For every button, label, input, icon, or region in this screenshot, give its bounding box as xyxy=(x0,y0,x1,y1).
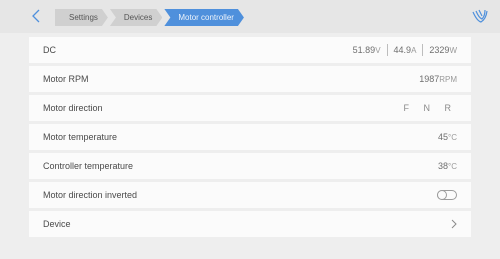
dc-current: 44.9 xyxy=(393,45,412,55)
motor-rpm-label: Motor RPM xyxy=(43,74,89,84)
motor-direction-label: Motor direction xyxy=(43,103,103,113)
motor-rpm-value: 1987 RPM xyxy=(419,74,457,84)
dc-label: DC xyxy=(43,45,56,55)
back-button[interactable] xyxy=(28,6,44,26)
breadcrumb-motor-controller: Motor controller xyxy=(164,9,244,26)
motor-temperature-label: Motor temperature xyxy=(43,132,118,142)
motor-rpm-row: Motor RPM 1987 RPM xyxy=(29,66,471,92)
dc-power: 2329 xyxy=(429,45,450,55)
breadcrumb-devices[interactable]: Devices xyxy=(110,9,162,26)
motor-direction-inverted-toggle[interactable] xyxy=(437,190,457,200)
dc-current-unit: A xyxy=(411,45,417,55)
chevron-right-icon xyxy=(451,219,457,229)
top-bar: Settings Devices Motor controller xyxy=(0,0,500,33)
motor-direction-inverted-row[interactable]: Motor direction inverted xyxy=(29,182,471,208)
controller-temperature-number: 38 xyxy=(438,161,449,171)
device-row[interactable]: Device xyxy=(29,211,471,237)
chevron-left-icon xyxy=(32,9,40,23)
motor-rpm-number: 1987 xyxy=(419,74,440,84)
controller-temperature-unit: °C xyxy=(448,161,457,171)
dc-values: 51.89 V 44.9 A 2329 W xyxy=(353,44,457,56)
device-label: Device xyxy=(43,219,71,229)
controller-temperature-row: Controller temperature 38 °C xyxy=(29,153,471,179)
motor-direction-inverted-label: Motor direction inverted xyxy=(43,190,138,200)
settings-list: DC 51.89 V 44.9 A 2329 W Motor RPM 1987 RPM … xyxy=(0,33,500,237)
motor-direction-row: Motor direction F N R xyxy=(29,95,471,121)
motor-temperature-number: 45 xyxy=(438,132,449,142)
value-divider xyxy=(386,44,388,56)
controller-temperature-label: Controller temperature xyxy=(43,161,134,171)
motor-rpm-unit: RPM xyxy=(439,74,457,84)
victron-logo-icon xyxy=(472,9,488,23)
dc-row: DC 51.89 V 44.9 A 2329 W xyxy=(29,37,471,63)
controller-temperature-value: 38 °C xyxy=(438,161,457,171)
dc-voltage: 51.89 xyxy=(352,45,376,55)
dc-voltage-unit: V xyxy=(375,45,381,55)
value-divider xyxy=(422,44,424,56)
motor-direction-value: F N R xyxy=(403,103,457,113)
motor-temperature-value: 45 °C xyxy=(438,132,457,142)
breadcrumb-settings[interactable]: Settings xyxy=(55,9,108,26)
motor-temperature-row: Motor temperature 45 °C xyxy=(29,124,471,150)
breadcrumb: Settings Devices Motor controller xyxy=(55,9,246,26)
dc-power-unit: W xyxy=(449,45,457,55)
motor-temperature-unit: °C xyxy=(448,132,457,142)
